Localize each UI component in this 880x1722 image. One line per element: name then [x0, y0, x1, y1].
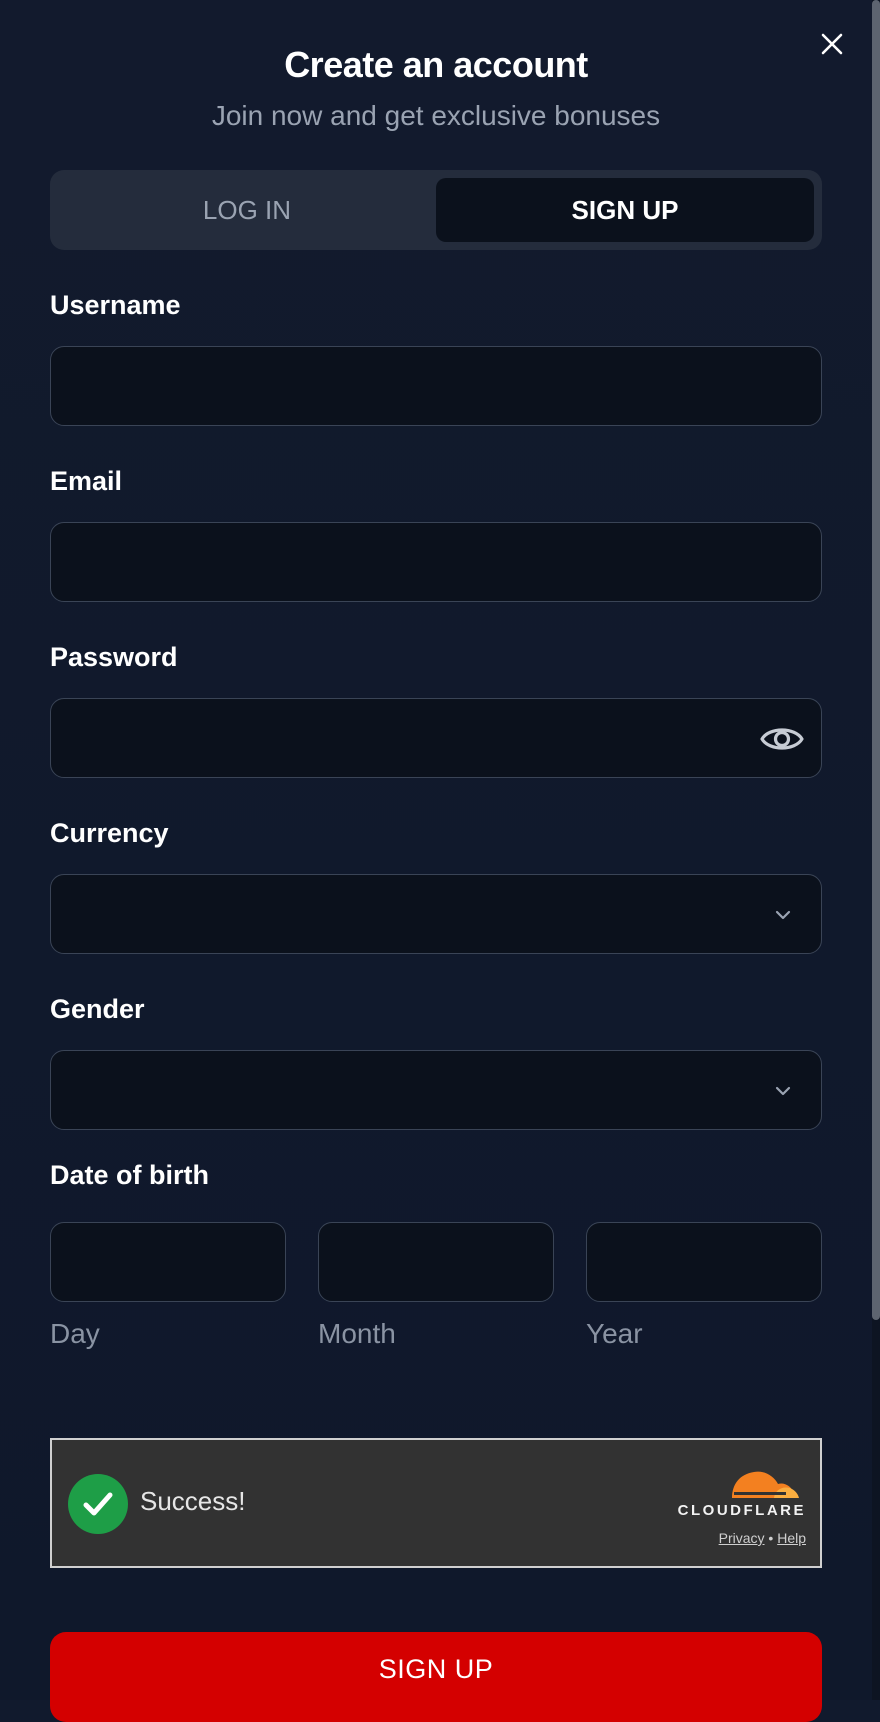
gender-label: Gender — [50, 994, 145, 1024]
tab-signup[interactable]: SIGN UP — [436, 178, 814, 242]
signup-submit-button[interactable]: SIGN UP — [50, 1632, 822, 1722]
page-title: Create an account — [284, 44, 588, 85]
chevron-down-icon — [775, 910, 791, 920]
page-subtitle: Join now and get exclusive bonuses — [211, 100, 661, 131]
username-input[interactable] — [51, 347, 821, 425]
cloudflare-brand: CLOUDFLARE — [677, 1502, 806, 1519]
email-label: Email — [50, 466, 123, 496]
dob-year-caption: Year — [586, 1318, 643, 1349]
dob-label: Date of birth — [50, 1160, 209, 1190]
chevron-down-icon — [775, 1086, 791, 1096]
email-input[interactable] — [51, 523, 821, 601]
captcha-status: Success! — [140, 1486, 246, 1516]
success-check — [68, 1474, 128, 1534]
dob-month-caption: Month — [318, 1318, 396, 1349]
currency-label: Currency — [50, 818, 169, 848]
eye-icon[interactable] — [759, 719, 805, 759]
dob-month-input[interactable] — [318, 1222, 554, 1302]
currency-select[interactable] — [50, 874, 822, 954]
password-label: Password — [50, 642, 178, 672]
scrollbar-track[interactable] — [872, 0, 880, 1700]
scrollbar-thumb[interactable] — [872, 0, 880, 1320]
cloudflare-links: Privacy • Help — [719, 1530, 806, 1546]
privacy-link[interactable]: Privacy — [719, 1530, 765, 1546]
help-link[interactable]: Help — [777, 1530, 806, 1546]
tab-login[interactable]: LOG IN — [58, 178, 436, 242]
email-field-wrapper — [50, 522, 822, 602]
auth-tabs: LOG IN SIGN UP — [50, 170, 822, 250]
username-field-wrapper — [50, 346, 822, 426]
cloudflare-captcha[interactable]: Success! CLOUDFLARE Privacy • Help — [50, 1438, 822, 1568]
username-label: Username — [50, 290, 181, 320]
dob-year-input[interactable] — [586, 1222, 822, 1302]
dob-day-caption: Day — [50, 1318, 100, 1349]
password-input[interactable] — [51, 699, 821, 777]
password-field-wrapper — [50, 698, 822, 778]
cloudflare-logo — [732, 1471, 799, 1498]
dob-day-input[interactable] — [50, 1222, 286, 1302]
gender-select[interactable] — [50, 1050, 822, 1130]
checkmark-icon — [83, 1492, 113, 1516]
link-separator: • — [768, 1530, 774, 1546]
signup-modal: Create an account Join now and get exclu… — [0, 0, 880, 1722]
